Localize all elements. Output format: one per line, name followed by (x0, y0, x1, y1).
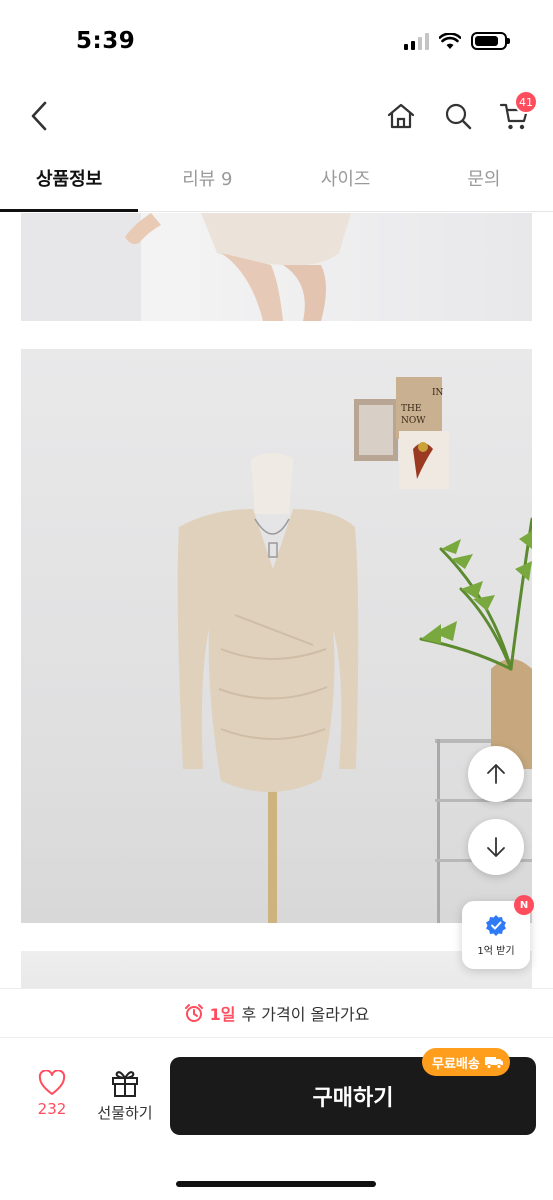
like-button[interactable]: 232 (24, 1070, 80, 1118)
reward-button[interactable]: 1억 받기 N (462, 895, 534, 969)
home-indicator (176, 1181, 376, 1187)
countdown-days: 1일 (209, 1005, 236, 1024)
buy-label: 구매하기 (312, 1086, 394, 1111)
product-detail-content[interactable]: IN THE NOW 1억 받기 N (0, 213, 553, 988)
chevron-left-icon (31, 101, 47, 131)
tab-product-info[interactable]: 상품정보 (0, 156, 139, 212)
status-bar: 5:39 (0, 0, 553, 80)
gift-label: 선물하기 (97, 1104, 153, 1122)
arrow-down-icon (487, 837, 505, 857)
status-icons (404, 32, 510, 50)
reward-label: 1억 받기 (477, 945, 515, 957)
search-icon (445, 103, 472, 130)
status-time: 5:39 (76, 28, 136, 54)
search-button[interactable] (440, 98, 476, 134)
gift-button[interactable]: 선물하기 (92, 1068, 158, 1123)
tab-size[interactable]: 사이즈 (277, 156, 415, 211)
scroll-down-button[interactable] (468, 819, 524, 875)
product-tabs: 상품정보 리뷰 9 사이즈 문의 (0, 156, 553, 212)
notice-text: 후 가격이 올라가요 (241, 1005, 370, 1024)
scroll-up-button[interactable] (468, 746, 524, 802)
home-button[interactable] (383, 98, 419, 134)
product-photo-main: IN THE NOW (21, 349, 532, 923)
signal-icon (404, 32, 429, 50)
alarm-clock-icon (184, 1004, 203, 1022)
new-badge: N (514, 895, 534, 915)
arrow-up-icon (487, 764, 505, 784)
home-icon (387, 103, 415, 129)
svg-text:IN: IN (432, 388, 444, 398)
purchase-action-bar: 232 선물하기 구매하기 무료배송 (0, 1038, 553, 1200)
product-photo-previous (21, 213, 532, 321)
tab-reviews[interactable]: 리뷰 9 (138, 156, 276, 211)
wifi-icon (439, 32, 461, 49)
tab-inquiry[interactable]: 문의 (415, 156, 553, 211)
svg-text:THE: THE (401, 404, 421, 414)
cart-count-badge: 41 (514, 90, 538, 114)
price-increase-notice: 1일 후 가격이 올라가요 (0, 988, 553, 1038)
heart-icon (38, 1070, 66, 1095)
truck-icon (484, 1057, 503, 1069)
top-nav-bar: 41 (0, 86, 553, 146)
free-shipping-badge: 무료배송 (422, 1048, 510, 1076)
verified-check-icon (486, 914, 506, 936)
shipping-label: 무료배송 (432, 1056, 480, 1072)
battery-icon (471, 32, 510, 50)
cart-button[interactable]: 41 (496, 90, 538, 134)
product-photo-next (21, 951, 532, 988)
back-button[interactable] (22, 96, 56, 136)
gift-icon (112, 1071, 138, 1097)
like-count: 232 (37, 1100, 67, 1118)
svg-text:NOW: NOW (401, 416, 426, 426)
